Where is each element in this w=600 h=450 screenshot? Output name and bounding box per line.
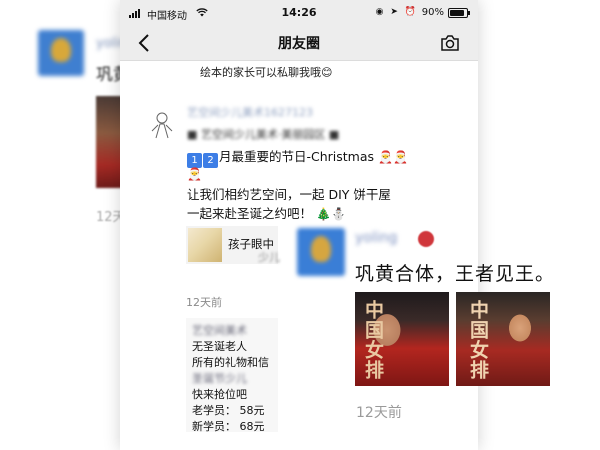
badge-icon xyxy=(418,231,434,247)
santa-emoji-icon: 🎅🎅 xyxy=(378,150,408,164)
previous-post-caption: 绘本的家长可以私聊我哦😊 xyxy=(200,66,333,79)
comment-box: 艺空间美术 无圣诞老人 所有的礼物和信 圣诞节少儿 快来抢位吧 老学员： 58元… xyxy=(186,318,278,432)
comment-author[interactable]: 艺空间美术 xyxy=(192,322,247,338)
foreground-avatar[interactable] xyxy=(297,228,345,276)
status-indicator-icons: ◉ ➤ ⏰ xyxy=(375,7,418,17)
comment-line2: 所有的礼物和信 xyxy=(192,356,269,369)
poster-photo-1[interactable]: 中国女排 xyxy=(355,292,449,386)
foreground-username[interactable]: yoling xyxy=(355,230,397,246)
user-avatar[interactable] xyxy=(146,104,186,144)
foreground-post-text: 巩黄合体，王者见王。 xyxy=(355,263,556,285)
santa-emoji-icon: 🎅 xyxy=(187,167,202,181)
battery-icon xyxy=(448,8,470,18)
background-avatar xyxy=(38,30,84,76)
post-line4-text: 一起来赴圣诞之约吧！ xyxy=(187,206,313,221)
comment-line4: 快来抢位吧 xyxy=(192,388,247,401)
poster-photo-2[interactable]: 中国女排 xyxy=(456,292,550,386)
santa-emoji-row: 🎅 xyxy=(187,166,202,181)
comment-line1: 无圣诞老人 xyxy=(192,340,247,353)
tree-snowman-emoji-icon: 🎄⛄ xyxy=(316,207,346,221)
battery-percentage: 90% xyxy=(421,7,444,18)
post-header-line: ■ 艺空间少儿美术·美丽园区 ■ xyxy=(187,128,340,141)
comment-line6: 新学员： 68元 xyxy=(192,420,265,432)
post-text-line3: 让我们相约艺空间，一起 DIY 饼干屋 xyxy=(187,187,391,202)
post-time: 12天前 xyxy=(186,296,222,309)
comment-line5: 老学员： 58元 xyxy=(192,404,265,417)
comment-line3: 圣诞节少儿 xyxy=(192,372,247,385)
foreground-time: 12天前 xyxy=(356,405,402,421)
poster-title: 中国女排 xyxy=(467,300,489,380)
page-title: 朋友圈 xyxy=(278,36,320,52)
keycap-2: 2 xyxy=(203,153,218,168)
post-text-line4: 一起来赴圣诞之约吧！ 🎄⛄ xyxy=(187,203,346,222)
post-username[interactable]: 艺空间少儿美术1627123 xyxy=(187,104,313,120)
status-bar: 中国移动 14:26 ◉ ➤ ⏰ 90% xyxy=(120,0,478,26)
post-line2-text: 月最重要的节日-Christmas xyxy=(219,149,375,164)
camera-icon[interactable] xyxy=(440,34,460,52)
poster-title: 中国女排 xyxy=(362,300,384,380)
link-thumbnail xyxy=(188,228,222,262)
post-text-line2: 1 2 月最重要的节日-Christmas 🎅🎅 xyxy=(187,146,408,168)
nav-bar: 朋友圈 xyxy=(120,26,478,61)
post-meta-blurred: 少儿 xyxy=(258,251,280,264)
